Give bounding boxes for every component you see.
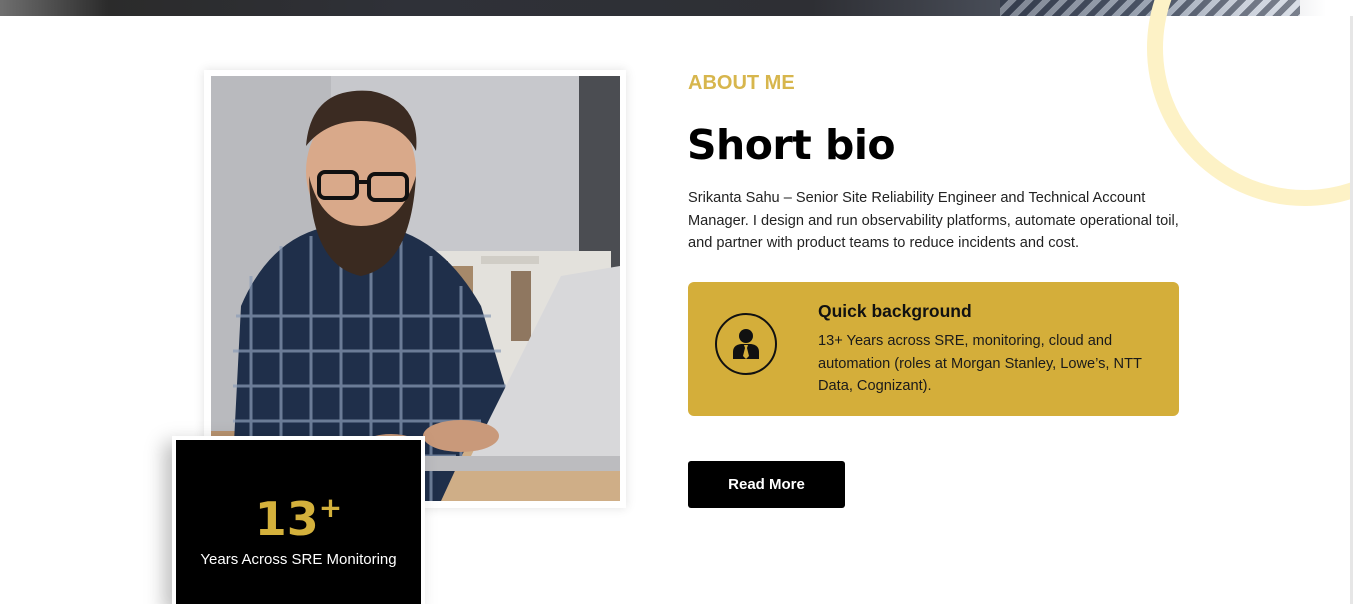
quick-background-card: Quick background 13+ Years across SRE, m… [688,282,1179,416]
quick-background-title: Quick background [818,301,972,321]
experience-stat-inner: 13+ Years Across SRE Monitoring [176,440,421,604]
read-more-button[interactable]: Read More [688,461,845,508]
experience-stat-label: Years Across SRE Monitoring [200,551,397,568]
experience-stat-card: 13+ Years Across SRE Monitoring [172,436,425,604]
quick-background-text: 13+ Years across SRE, monitoring, cloud … [818,333,1142,394]
experience-stat-suffix: + [318,491,343,524]
user-tie-icon [715,313,777,375]
section-heading: Short bio [687,121,896,169]
experience-stat-number: 13+ [254,491,343,546]
bio-paragraph: Srikanta Sahu – Senior Site Reliability … [688,190,1179,251]
about-section: 13+ Years Across SRE Monitoring ABOUT ME… [0,0,1353,604]
section-eyebrow: ABOUT ME [688,72,795,94]
decorative-ring [1147,0,1353,206]
